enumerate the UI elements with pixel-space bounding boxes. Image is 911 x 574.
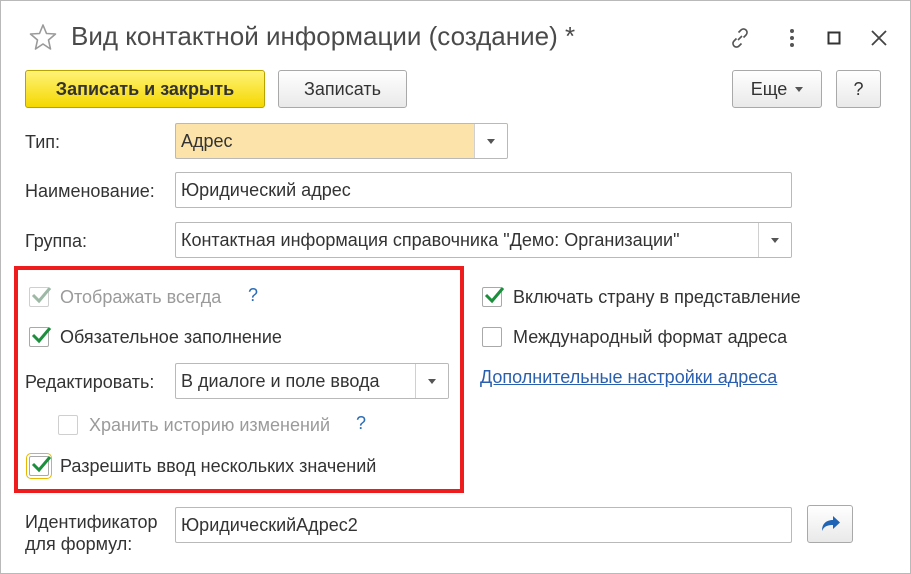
intl-format-label: Международный формат адреса: [513, 327, 788, 347]
history-label: Хранить историю изменений: [89, 415, 331, 435]
show-always-help-icon[interactable]: ?: [248, 285, 258, 306]
chevron-down-icon: [795, 79, 804, 100]
dialog-window: Вид контактной информации (создание) * З…: [0, 0, 911, 574]
identifier-value: ЮридическийАдрес2: [181, 514, 358, 535]
show-always-checkbox[interactable]: [29, 287, 52, 307]
edit-select[interactable]: В диалоге и поле ввода: [175, 363, 449, 399]
intl-format-checkbox[interactable]: [482, 327, 502, 347]
required-label: Обязательное заполнение: [60, 327, 282, 347]
history-checkbox[interactable]: [58, 415, 78, 435]
history-help-icon[interactable]: ?: [356, 413, 366, 434]
group-label: Группа:: [25, 231, 88, 251]
group-dropdown-button[interactable]: [758, 223, 791, 257]
close-icon[interactable]: [866, 25, 892, 51]
multiple-values-checkbox[interactable]: [26, 453, 52, 479]
type-dropdown-button[interactable]: [474, 124, 507, 158]
type-value: Адрес: [181, 130, 233, 151]
check-icon: [31, 456, 52, 473]
identifier-input[interactable]: ЮридическийАдрес2: [175, 507, 792, 543]
save-and-close-button[interactable]: Записать и закрыть: [25, 70, 265, 108]
advanced-address-settings-link[interactable]: Дополнительные настройки адреса: [480, 367, 777, 388]
chevron-down-icon: [487, 138, 495, 144]
edit-value: В диалоге и поле ввода: [181, 370, 380, 391]
identifier-label: Идентификатор для формул:: [25, 511, 158, 555]
include-country-checkbox[interactable]: [482, 287, 505, 307]
name-input[interactable]: Юридический адрес: [175, 172, 792, 208]
multiple-values-label: Разрешить ввод нескольких значений: [60, 456, 377, 476]
help-button[interactable]: ?: [836, 70, 881, 108]
type-select[interactable]: Адрес: [175, 123, 508, 159]
check-icon: [484, 287, 505, 304]
check-icon: [31, 327, 52, 344]
maximize-icon[interactable]: [821, 25, 847, 51]
arrow-redo-icon: [822, 516, 840, 531]
name-label: Наименование:: [25, 181, 155, 201]
group-select[interactable]: Контактная информация справочника "Демо:…: [175, 222, 792, 258]
name-value: Юридический адрес: [181, 179, 351, 200]
group-value: Контактная информация справочника "Демо:…: [181, 229, 680, 250]
identifier-label-line2: для формул:: [25, 534, 133, 554]
edit-label: Редактировать:: [25, 372, 155, 392]
chevron-down-icon: [771, 237, 779, 243]
link-icon[interactable]: [727, 25, 753, 51]
check-icon: [31, 287, 52, 304]
star-icon[interactable]: [29, 23, 57, 51]
more-label: Еще: [750, 78, 788, 99]
show-always-label: Отображать всегда: [60, 287, 222, 307]
chevron-down-icon: [428, 378, 436, 384]
edit-dropdown-button[interactable]: [415, 364, 448, 398]
more-icon[interactable]: [779, 25, 805, 51]
window-title: Вид контактной информации (создание) *: [71, 21, 576, 51]
type-label: Тип:: [25, 132, 61, 152]
refresh-identifier-button[interactable]: [807, 505, 853, 543]
identifier-label-line1: Идентификатор: [25, 512, 158, 532]
required-checkbox[interactable]: [29, 327, 52, 347]
include-country-label: Включать страну в представление: [513, 287, 801, 307]
more-button[interactable]: Еще: [732, 70, 822, 108]
save-button[interactable]: Записать: [278, 70, 407, 108]
